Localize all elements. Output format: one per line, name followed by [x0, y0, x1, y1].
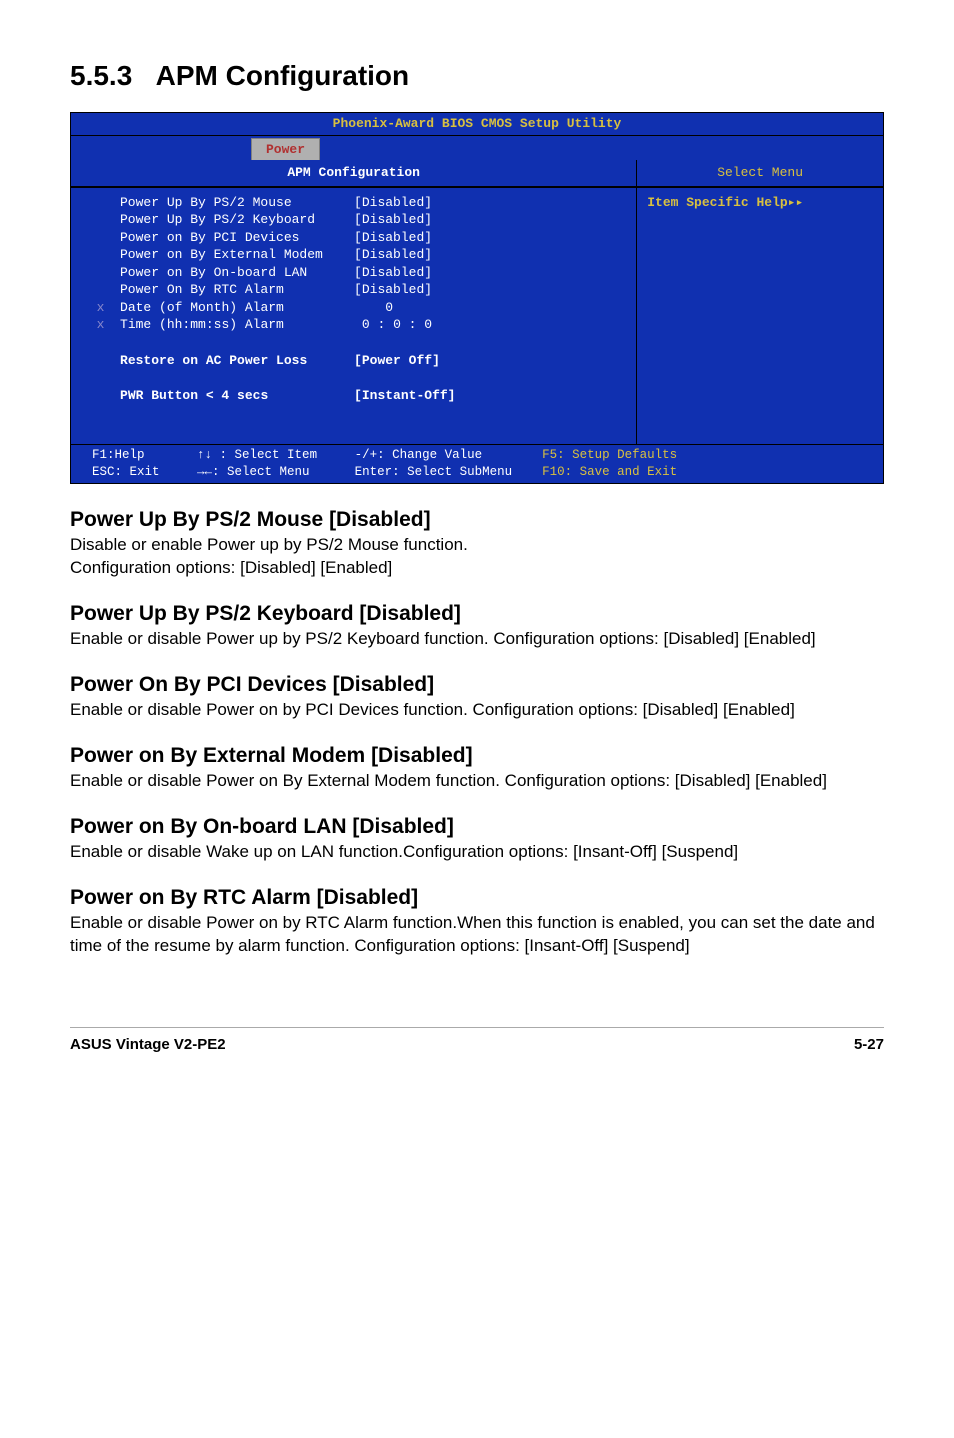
bios-tab-power: Power [251, 138, 320, 161]
body-text: Enable or disable Power on By External M… [70, 770, 884, 793]
footer-right: 5-27 [854, 1036, 884, 1053]
section-title: 5.5.3 APM Configuration [70, 60, 884, 92]
bios-tab-row: Power [71, 136, 883, 161]
bios-title: Phoenix-Award BIOS CMOS Setup Utility [333, 116, 622, 131]
section-title-text: APM Configuration [156, 60, 410, 91]
body-text: Enable or disable Power on by RTC Alarm … [70, 912, 884, 958]
bios-screenshot: Phoenix-Award BIOS CMOS Setup Utility Po… [70, 112, 884, 484]
subheading: Power Up By PS/2 Keyboard [Disabled] [70, 602, 884, 626]
bios-main-panel: Power Up By PS/2 Mouse [Disabled] Power … [71, 188, 637, 445]
subheading: Power On By PCI Devices [Disabled] [70, 673, 884, 697]
section-number: 5.5.3 [70, 60, 132, 91]
bios-header-main: APM Configuration [71, 160, 637, 186]
subheading: Power on By RTC Alarm [Disabled] [70, 886, 884, 910]
bios-item-list: Power Up By PS/2 Mouse [Disabled] Power … [71, 188, 636, 445]
footer-left: ASUS Vintage V2-PE2 [70, 1036, 226, 1053]
body-text: Enable or disable Wake up on LAN functio… [70, 841, 884, 864]
bios-help-text: Item Specific Help▸▸ [637, 188, 883, 218]
bios-footer: F1:Help ↑↓ : Select Item -/+: Change Val… [71, 444, 883, 483]
bios-help-panel: Item Specific Help▸▸ [637, 188, 883, 445]
body-text: Enable or disable Power up by PS/2 Keybo… [70, 628, 884, 651]
bios-title-bar: Phoenix-Award BIOS CMOS Setup Utility [71, 113, 883, 136]
bios-body: Power Up By PS/2 Mouse [Disabled] Power … [71, 187, 883, 445]
body-text: Disable or enable Power up by PS/2 Mouse… [70, 534, 884, 580]
subheading: Power on By External Modem [Disabled] [70, 744, 884, 768]
subheading: Power on By On-board LAN [Disabled] [70, 815, 884, 839]
bios-header-row: APM Configuration Select Menu [71, 160, 883, 187]
bios-header-right: Select Menu [637, 160, 883, 186]
body-text: Enable or disable Power on by PCI Device… [70, 699, 884, 722]
subheading: Power Up By PS/2 Mouse [Disabled] [70, 508, 884, 532]
page-footer: ASUS Vintage V2-PE2 5-27 [70, 1027, 884, 1053]
